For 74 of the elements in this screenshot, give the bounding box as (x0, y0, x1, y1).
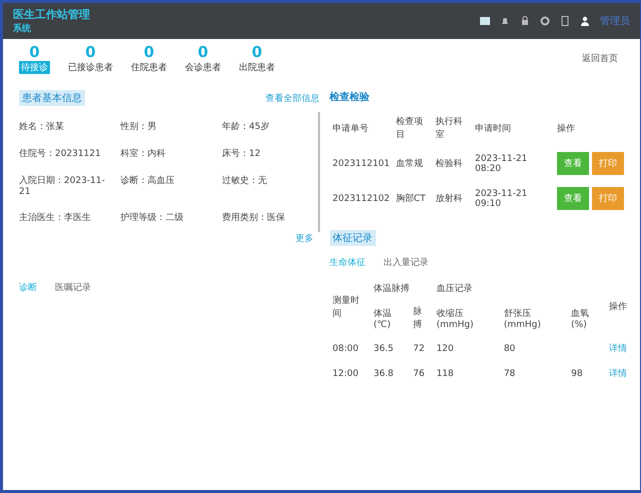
table-cell-text: 2023-11-21 09:10 (474, 188, 528, 210)
table-cell-text: 放射科 (434, 192, 464, 206)
user-icon[interactable] (580, 16, 590, 26)
column-header: 脉搏 (412, 306, 424, 332)
bell-icon[interactable] (500, 16, 510, 26)
more-link[interactable]: 更多 (296, 234, 314, 244)
info-field: 科室：内科 (120, 147, 216, 160)
table-cell-text: 12:00 (332, 368, 360, 380)
lock-icon[interactable] (520, 16, 530, 26)
table-cell-text: 120 (435, 342, 455, 356)
column-header: 收缩压(mmHg) (435, 308, 474, 332)
table-cell-text: 80 (502, 342, 516, 356)
tab[interactable]: 生命体征 (330, 256, 366, 269)
column-header: 血压记录 (435, 282, 474, 296)
table-cell-text: 72 (412, 342, 426, 356)
stat-tab[interactable]: 0 出院患者 (239, 43, 275, 74)
column-header: 血氧(%) (570, 308, 590, 332)
detail-link[interactable]: 详情 (608, 369, 627, 379)
table-cell-text: 98 (570, 368, 584, 380)
info-field: 住院号：20231121 (19, 147, 114, 160)
column-header: 执行科室 (434, 116, 464, 142)
column-header: 测量时间 (332, 294, 360, 320)
screen-icon[interactable] (480, 16, 490, 26)
user-name[interactable]: 管理员 (600, 14, 630, 28)
table-cell-text: 2023112102 (332, 192, 391, 206)
view-button[interactable]: 查看 (556, 152, 589, 175)
info-field: 性别：男 (120, 120, 216, 133)
column-header: 操作 (608, 300, 628, 314)
column-header: 申请时间 (474, 122, 512, 136)
table-cell-text: 78 (502, 368, 516, 380)
info-field: 费用类别：医保 (222, 211, 318, 224)
view-button[interactable]: 查看 (556, 187, 589, 210)
panel-title: 检查检验 (330, 90, 370, 104)
table-cell-text: 76 (412, 368, 426, 380)
app-subtitle: 系统 (13, 22, 32, 35)
table-cell-text: 08:00 (332, 342, 360, 356)
document-icon[interactable] (560, 16, 570, 26)
info-field: 过敏史：无 (222, 174, 318, 197)
stat-tab[interactable]: 0 待接诊 (19, 43, 50, 74)
stat-tab[interactable]: 0 住院患者 (131, 43, 167, 74)
stat-tab[interactable]: 0 会诊患者 (185, 43, 221, 74)
table-cell-text: 血常规 (394, 158, 424, 171)
info-field: 主治医生：李医生 (19, 211, 114, 224)
print-button[interactable]: 打印 (592, 152, 624, 175)
table-cell-text: 2023112101 (332, 158, 391, 170)
info-field: 床号：12 (222, 147, 318, 160)
column-header: 舒张压(mmHg) (502, 308, 542, 332)
app-title: 医生工作站管理 (13, 7, 90, 22)
table-cell-text: 2023-11-21 08:20 (474, 152, 528, 176)
column-header: 体温脉搏 (372, 282, 410, 296)
home-link[interactable]: 返回首页 (576, 51, 624, 66)
info-field: 姓名：张某 (19, 120, 114, 133)
panel-title: 患者基本信息 (19, 90, 85, 106)
print-button[interactable]: 打印 (592, 187, 624, 210)
tab[interactable]: 出入量记录 (384, 256, 428, 269)
panel-title: 体征记录 (330, 230, 376, 246)
info-field: 诊断：高血压 (120, 174, 216, 197)
column-header: 体温(℃) (372, 308, 392, 332)
table-cell-text: 118 (435, 368, 455, 380)
info-field: 护理等级：二级 (120, 211, 216, 224)
tab[interactable]: 医嘱记录 (55, 281, 91, 294)
tab[interactable]: 诊断 (19, 281, 37, 294)
detail-link[interactable]: 查看全部信息 (266, 92, 320, 104)
info-field: 入院日期：2023-11-21 (19, 174, 114, 197)
table-cell-text: 检验科 (434, 158, 464, 171)
table-cell-text: 胸部CT (394, 192, 427, 206)
column-header: 检查项目 (394, 116, 424, 142)
column-header: 申请单号 (332, 122, 370, 136)
detail-link[interactable]: 详情 (608, 344, 627, 354)
table-cell-text: 36.5 (372, 342, 395, 356)
column-header: 操作 (556, 122, 576, 136)
info-field: 年龄：45岁 (222, 120, 318, 133)
stat-tab[interactable]: 0 已接诊患者 (68, 43, 113, 74)
table-cell-text: 36.8 (372, 368, 395, 380)
